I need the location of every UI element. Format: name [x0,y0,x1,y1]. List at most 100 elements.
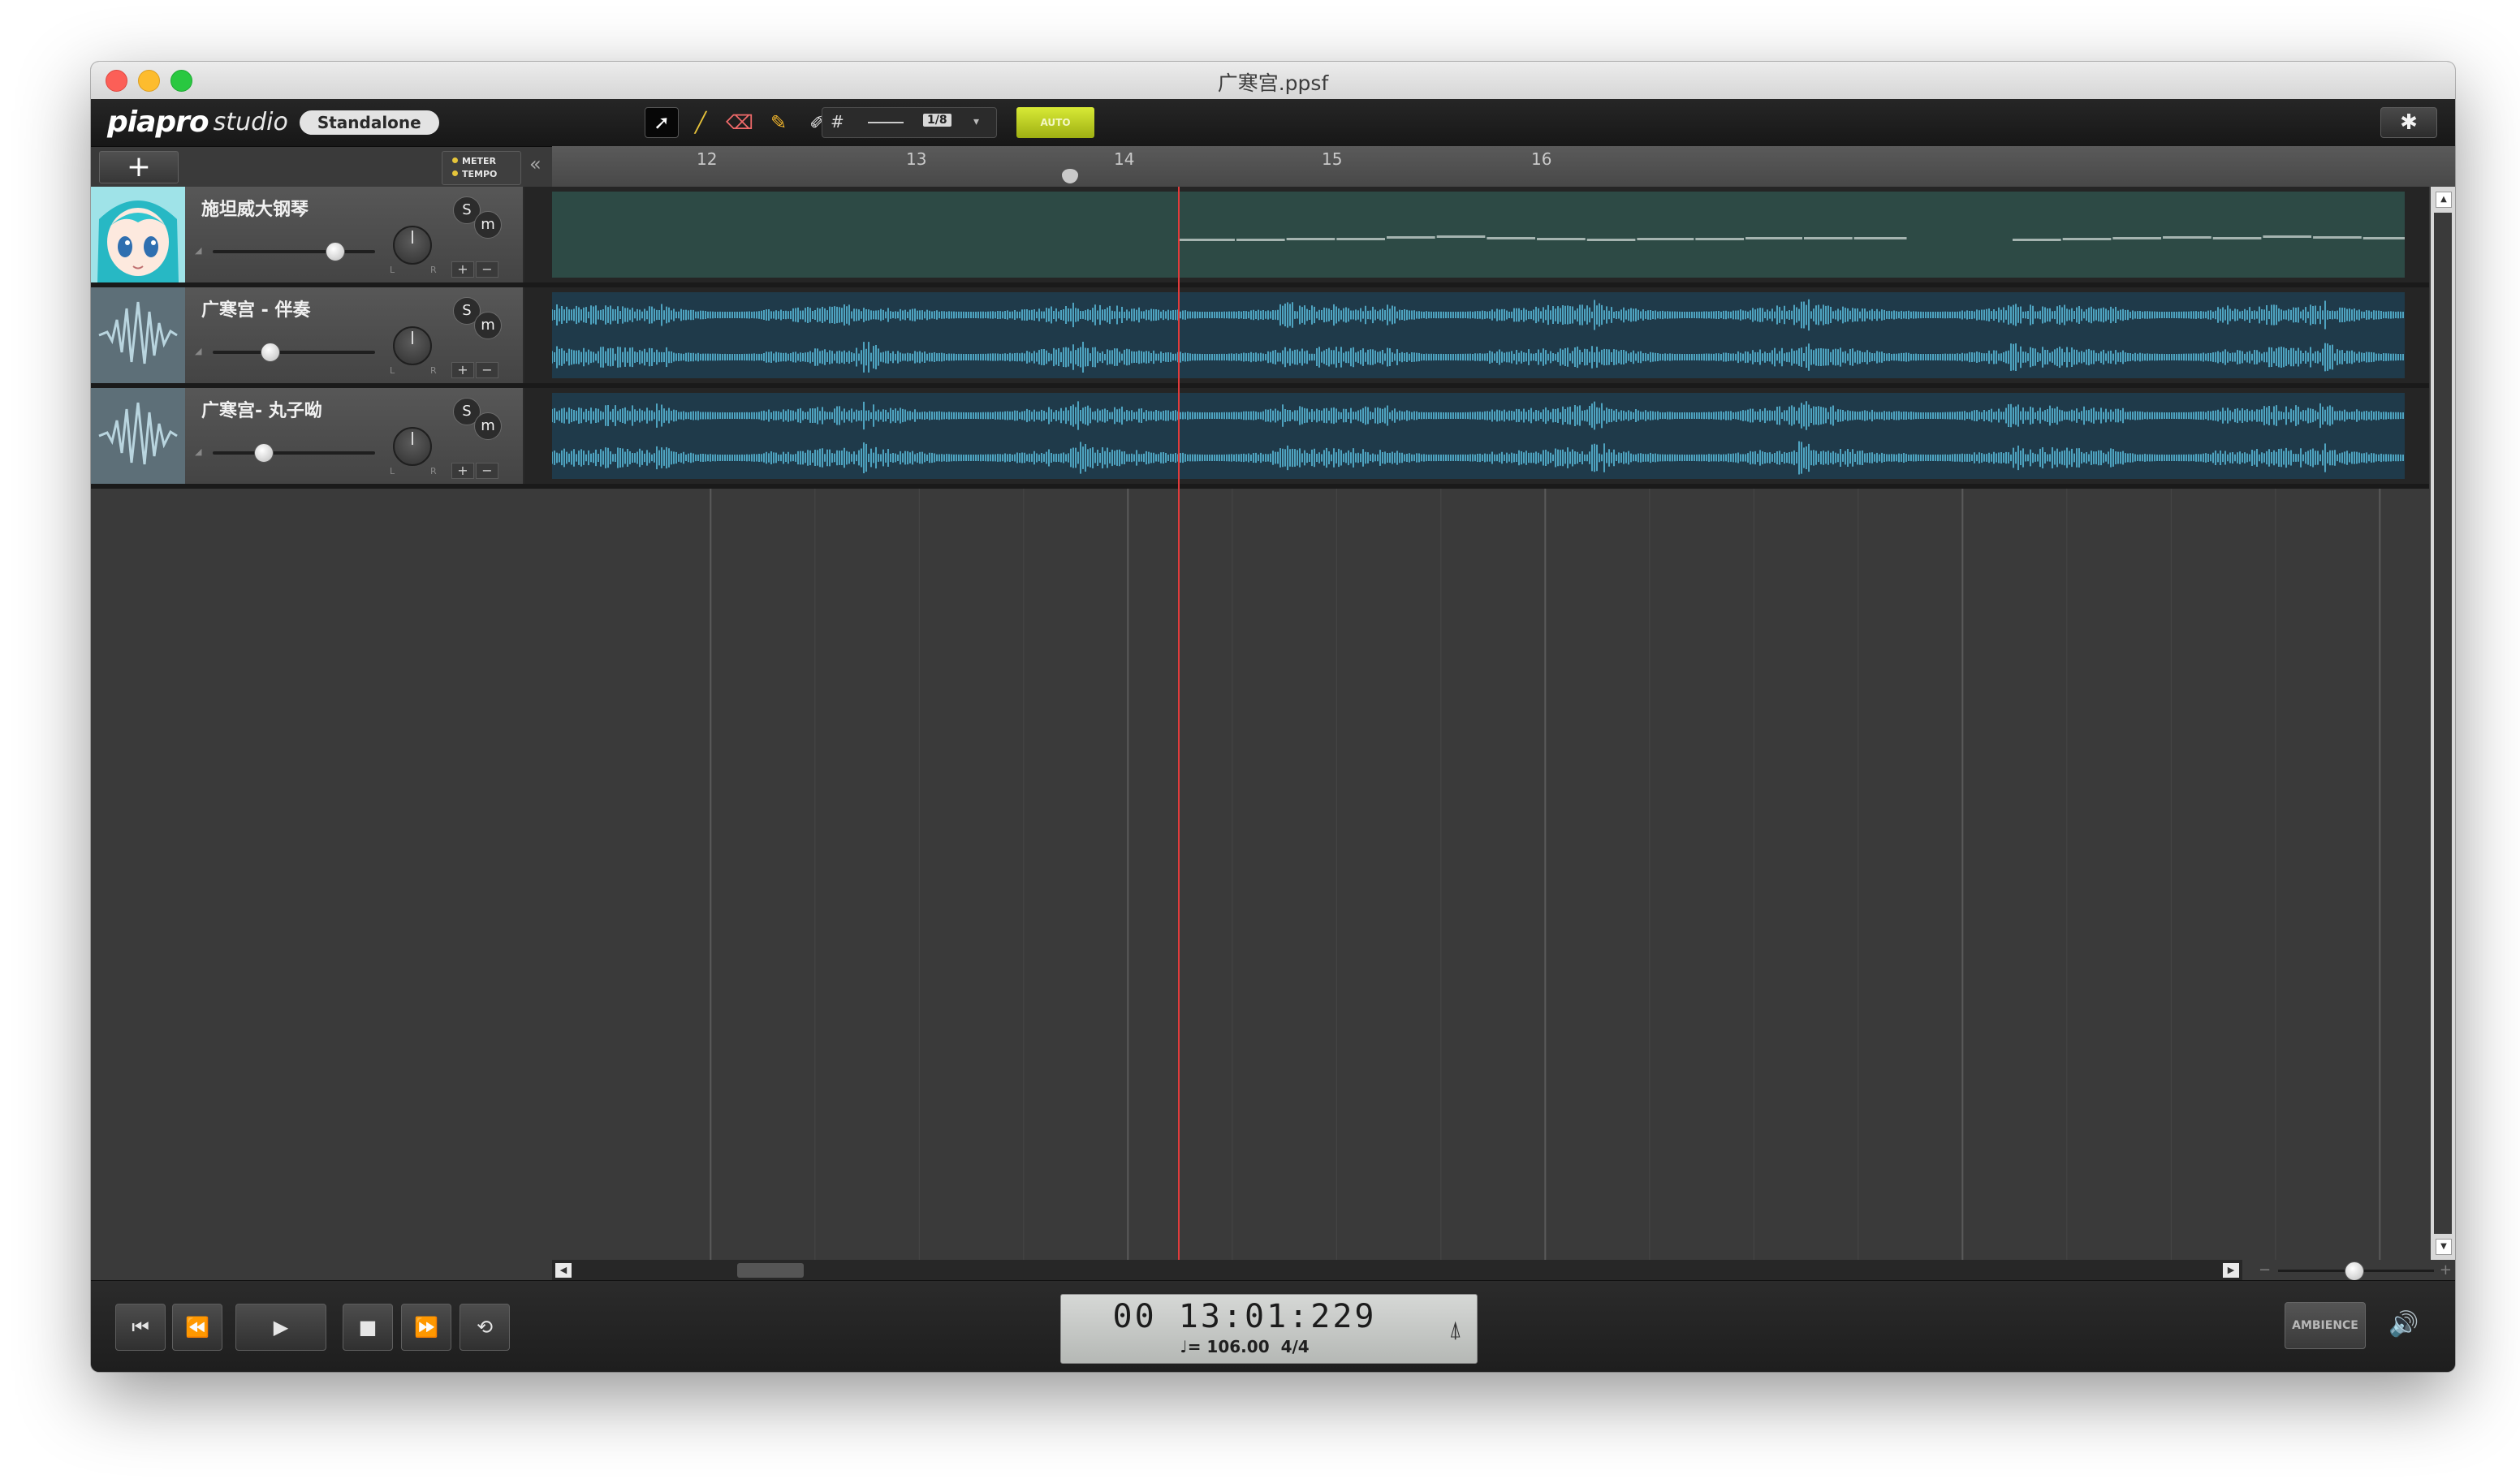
bar-number-13: 13 [906,149,927,169]
volume-slider[interactable] [213,242,375,261]
midi-note [2362,237,2405,239]
audio-clip[interactable] [552,292,2405,378]
line-tool-button[interactable]: ╱ [684,107,718,138]
audio-waveform-icon [91,287,185,383]
select-tool-button[interactable]: ➚ [645,107,679,138]
volume-icon: ◢ [195,346,202,356]
settings-button[interactable]: ✱ [2380,107,2437,138]
volume-slider[interactable] [213,443,375,463]
bar-number-14: 14 [1114,149,1135,169]
expand-track-button[interactable]: + [451,261,474,278]
shrink-track-button[interactable]: − [476,261,498,278]
shrink-track-button[interactable]: − [476,362,498,378]
playhead-line[interactable] [1178,187,1180,1260]
go-to-start-button[interactable]: ⏮ [115,1304,166,1351]
track-row-piano[interactable]: 施坦威大钢琴 ◢ L R S m + − [91,187,2429,287]
mute-button[interactable]: m [474,412,502,440]
mute-button[interactable]: m [474,211,502,239]
ambience-button[interactable]: AMBIENCE [2285,1302,2366,1349]
track-header[interactable]: 广寒宫- 丸子呦 ◢ L R S m + − [91,388,524,484]
track-row-accompaniment[interactable]: 广寒宫 - 伴奏 ◢ L R S m + − [91,287,2429,388]
timeline-ruler[interactable]: 12 13 14 15 16 [552,146,2455,188]
pan-knob[interactable] [393,326,432,365]
play-button[interactable]: ▶ [235,1304,326,1351]
metronome-icon[interactable]: ⍋ [1448,1316,1462,1343]
waveform-channel [552,401,2405,430]
rewind-button[interactable]: ⏪ [172,1304,222,1351]
title-bar[interactable]: 广寒宫.ppsf [91,62,2455,100]
midi-note [1853,237,1907,239]
track-name[interactable]: 施坦威大钢琴 [201,195,309,221]
meter-value: 4/4 [1280,1337,1310,1356]
gear-icon: ✱ [2400,110,2418,135]
audio-clip[interactable] [552,393,2405,479]
vertical-scrollbar[interactable]: ▲ ▼ [2431,187,2455,1260]
track-row-vocal[interactable]: 广寒宫- 丸子呦 ◢ L R S m + − [91,388,2429,489]
audio-waveform [552,401,2405,475]
midi-note [1286,238,1336,240]
bar-number-16: 16 [1531,149,1552,169]
speaker-icon[interactable]: 🔊 [2388,1310,2419,1339]
audio-waveform-icon [91,388,185,484]
app-window: 广寒宫.ppsf piapro studio Standalone ➚ ╱ ⌫ … [91,62,2455,1372]
track-name[interactable]: 广寒宫 - 伴奏 [201,295,310,321]
midi-note [1178,239,1235,241]
vertical-scroll-track[interactable] [2434,213,2452,1234]
stop-button[interactable]: ■ [343,1304,393,1351]
horizontal-scroll-thumb[interactable] [737,1263,804,1278]
line-pen-icon: ╱ [694,111,707,134]
track-name[interactable]: 广寒宫- 丸子呦 [201,396,322,422]
scroll-up-button[interactable]: ▲ [2436,192,2452,208]
volume-slider-knob[interactable] [261,343,280,362]
midi-note [2112,237,2162,239]
add-track-button[interactable]: + [99,151,179,183]
midi-note [1637,238,1694,240]
zoom-in-icon[interactable]: + [2440,1261,2452,1278]
auto-button[interactable]: AUTO [1016,107,1094,138]
volume-slider-knob[interactable] [254,443,274,463]
tempo-label: TEMPO [462,169,498,179]
grid-icon[interactable]: # [831,112,844,132]
collapse-tracks-button[interactable]: « [529,153,542,175]
midi-note [2013,239,2061,241]
expand-track-button[interactable]: + [451,362,474,378]
meter-tempo-toggle[interactable]: METER TEMPO [442,151,521,185]
midi-note [1804,237,1853,239]
track-header[interactable]: 施坦威大钢琴 ◢ L R S m + − [91,187,524,282]
loop-button[interactable]: ⟲ [460,1304,510,1351]
volume-slider[interactable] [213,343,375,362]
zoom-knob[interactable] [2345,1261,2364,1281]
grid-value-display[interactable]: 1/8 [923,114,951,127]
track-header[interactable]: 广寒宫 - 伴奏 ◢ L R S m + − [91,287,524,383]
pan-left-label: L [390,265,395,275]
pan-knob[interactable] [393,226,432,265]
scroll-left-button[interactable]: ◀ [555,1263,572,1278]
horizontal-scrollbar[interactable]: ◀ ▶ [552,1260,2242,1281]
chevron-down-icon[interactable]: ▾ [973,115,979,128]
grid-quantize-group[interactable]: # 1/8 ▾ [822,107,997,138]
midi-clip[interactable] [552,192,2405,278]
brand: piapro studio Standalone [107,106,439,139]
shrink-track-button[interactable]: − [476,463,498,479]
waveform-channel [552,342,2405,373]
mute-button[interactable]: m [474,312,502,339]
midi-note [1586,239,1636,241]
fast-forward-button[interactable]: ⏩ [401,1304,451,1351]
pencil-tool-button[interactable]: ✎ [762,107,796,138]
midi-note [2263,235,2312,238]
waveform-channel [552,441,2405,475]
volume-slider-knob[interactable] [326,242,345,261]
midi-note [1537,238,1586,240]
tempo-value: ♩= 106.00 [1180,1337,1270,1356]
tempo-meter-readout[interactable]: ♩= 106.00 4/4 [1061,1337,1428,1356]
pan-knob[interactable] [393,427,432,466]
midi-note [2212,237,2262,239]
zoom-out-icon[interactable]: − [2259,1261,2271,1278]
expand-track-button[interactable]: + [451,463,474,479]
zoom-slider[interactable]: − + [2259,1260,2453,1281]
eraser-tool-button[interactable]: ⌫ [723,107,757,138]
time-display[interactable]: 00 13:01:229 ♩= 106.00 4/4 ⍋ [1060,1294,1478,1364]
scroll-down-button[interactable]: ▼ [2436,1239,2452,1255]
scroll-right-button[interactable]: ▶ [2223,1263,2239,1278]
volume-icon: ◢ [195,245,202,256]
